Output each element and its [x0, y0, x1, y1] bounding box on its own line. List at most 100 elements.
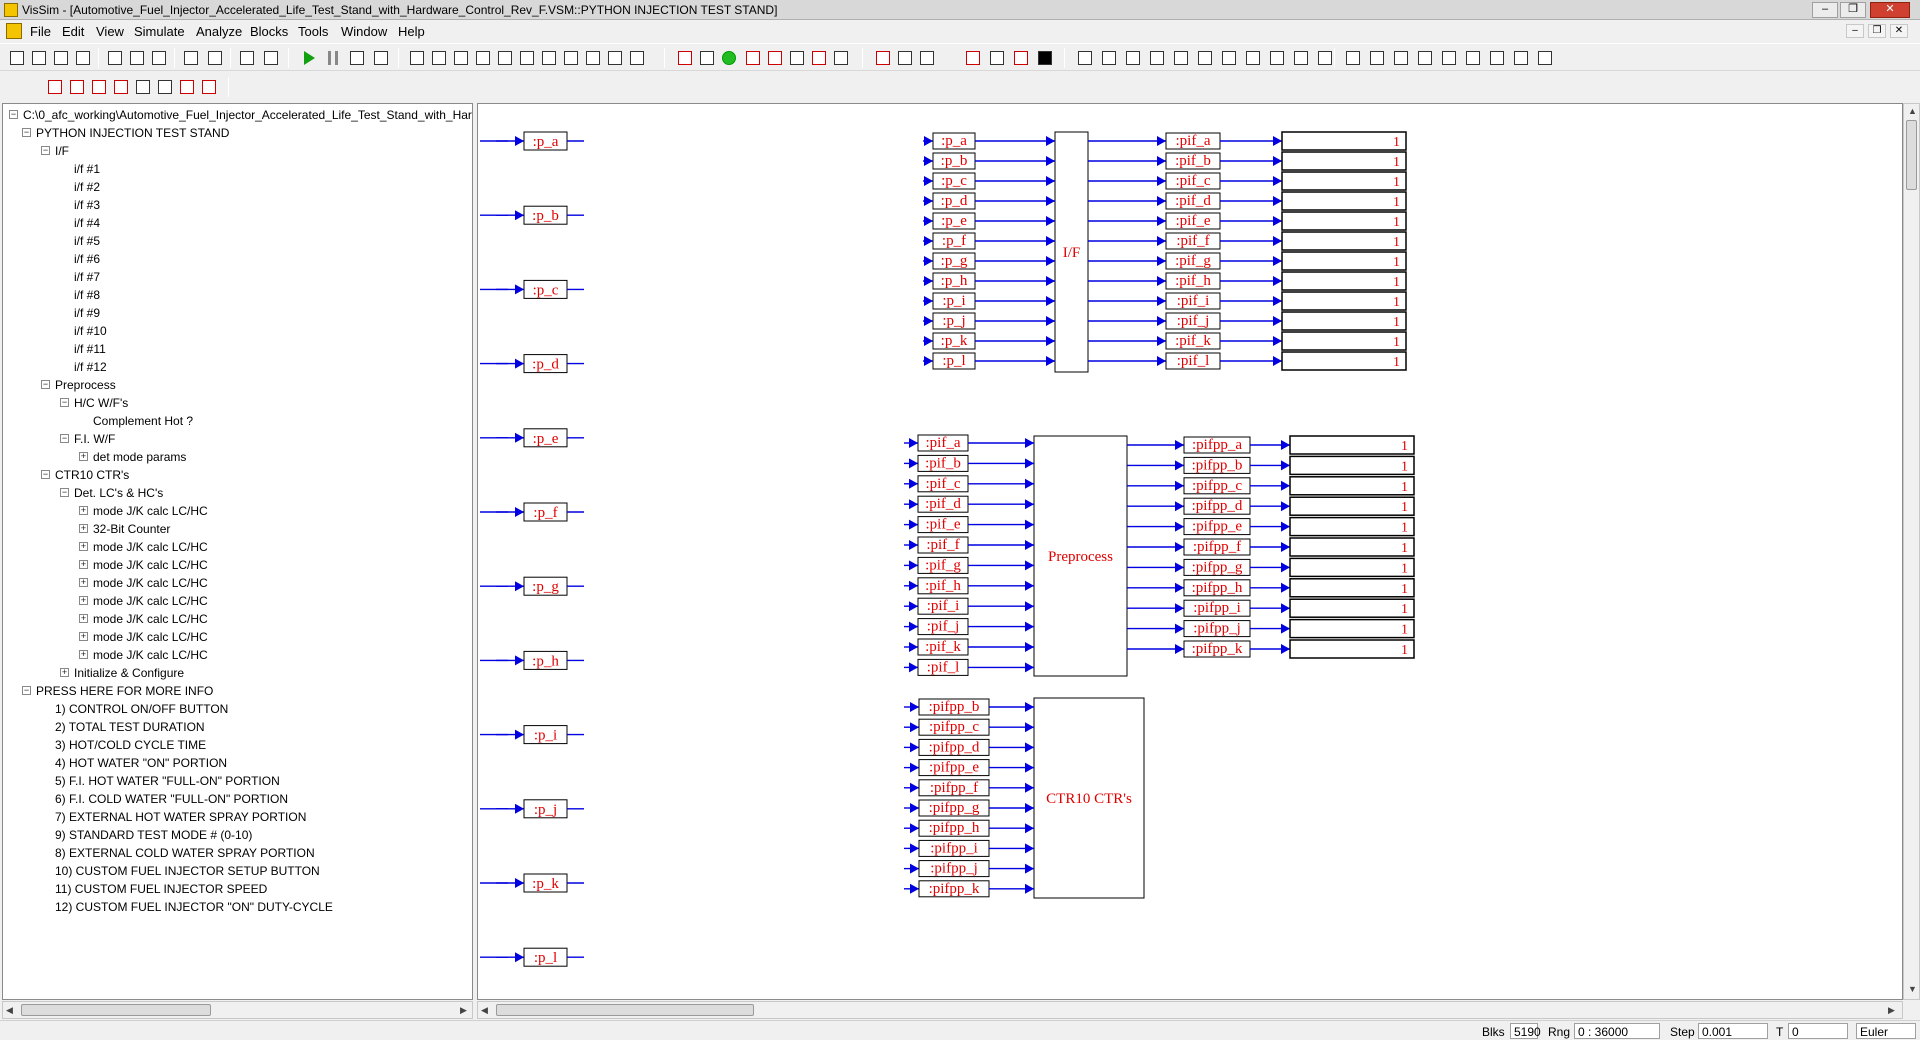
scroll-left-icon[interactable]: ◀ — [481, 1005, 488, 1016]
var-icon[interactable] — [68, 78, 86, 96]
expand-icon[interactable]: + — [79, 578, 88, 587]
restore-button[interactable]: ❐ — [1840, 2, 1866, 18]
go-down-icon[interactable] — [262, 49, 280, 67]
new-file-icon[interactable] — [8, 49, 26, 67]
expand-icon[interactable]: + — [79, 632, 88, 641]
tree-item[interactable]: det mode params — [93, 450, 186, 464]
collapse-icon[interactable]: − — [41, 146, 50, 155]
paste-icon[interactable] — [150, 49, 168, 67]
expand-icon[interactable]: + — [79, 614, 88, 623]
var-icon[interactable] — [156, 78, 174, 96]
tree-item[interactable]: Det. LC's & HC's — [74, 486, 163, 500]
block-tool-icon[interactable] — [964, 49, 982, 67]
expand-icon[interactable]: + — [79, 650, 88, 659]
scroll-left-icon[interactable]: ◀ — [6, 1005, 13, 1016]
tree-item[interactable]: i/f #6 — [74, 252, 100, 266]
var-icon[interactable] — [112, 78, 130, 96]
scroll-thumb[interactable] — [496, 1004, 754, 1016]
block-tool-icon[interactable] — [698, 49, 716, 67]
block-tool-icon[interactable] — [832, 49, 850, 67]
tree-item[interactable]: 9) STANDARD TEST MODE # (0-10) — [55, 828, 252, 842]
block-tool-icon[interactable] — [628, 49, 646, 67]
diagram-canvas[interactable]: :p_a:p_b:p_c:p_d:p_e:p_f:p_g:p_h:p_i:p_j… — [477, 103, 1903, 1000]
collapse-icon[interactable]: − — [22, 686, 31, 695]
tree-item[interactable]: i/f #9 — [74, 306, 100, 320]
display-block[interactable] — [1289, 557, 1415, 578]
mdi-close-button[interactable]: ✕ — [1890, 24, 1908, 38]
canvas-vertical-scrollbar[interactable]: ▲ ▼ — [1903, 103, 1920, 1000]
display-block[interactable] — [1281, 351, 1407, 371]
display-block[interactable] — [1289, 618, 1415, 639]
tree-item[interactable]: mode J/K calc LC/HC — [93, 594, 208, 608]
tree-item[interactable]: i/f #3 — [74, 198, 100, 212]
tree-item[interactable]: PRESS HERE FOR MORE INFO — [36, 684, 213, 698]
block-tool-icon[interactable] — [540, 49, 558, 67]
canvas-horizontal-scrollbar[interactable]: ◀ ▶ — [477, 1001, 1903, 1019]
scroll-down-icon[interactable]: ▼ — [1908, 984, 1917, 994]
tree-item[interactable]: Preprocess — [55, 378, 116, 392]
scroll-thumb[interactable] — [1906, 120, 1917, 190]
var-icon[interactable] — [90, 78, 108, 96]
collapse-icon[interactable]: − — [60, 398, 69, 407]
block-tool-icon[interactable] — [518, 49, 536, 67]
block-tool-icon[interactable] — [1512, 49, 1530, 67]
display-block[interactable] — [1289, 578, 1415, 598]
block-tool-icon[interactable] — [1012, 49, 1030, 67]
tree-item[interactable]: 8) EXTERNAL COLD WATER SPRAY PORTION — [55, 846, 315, 860]
var-icon[interactable] — [178, 78, 196, 96]
tree-item[interactable]: i/f #4 — [74, 216, 100, 230]
tree-item[interactable]: 32-Bit Counter — [93, 522, 170, 536]
display-block[interactable] — [1281, 131, 1407, 151]
tree-item[interactable]: F.I. W/F — [74, 432, 115, 446]
block-tool-icon[interactable] — [1292, 49, 1310, 67]
display-block[interactable] — [1289, 476, 1415, 496]
link-icon[interactable] — [348, 49, 366, 67]
menu-edit[interactable]: Edit — [62, 24, 84, 39]
block-tool-icon[interactable] — [1464, 49, 1482, 67]
collapse-icon[interactable]: − — [41, 380, 50, 389]
block-tool-icon[interactable] — [1416, 49, 1434, 67]
display-block[interactable] — [1289, 598, 1415, 618]
menu-tools[interactable]: Tools — [298, 24, 328, 39]
block-tool-icon[interactable] — [676, 49, 694, 67]
tree-item[interactable]: CTR10 CTR's — [55, 468, 129, 482]
menu-analyze[interactable]: Analyze — [196, 24, 242, 39]
tree-horizontal-scrollbar[interactable]: ◀ ▶ — [2, 1001, 473, 1019]
tree-item[interactable]: Complement Hot ? — [93, 414, 193, 428]
display-block[interactable] — [1289, 537, 1415, 557]
display-block[interactable] — [1281, 311, 1407, 331]
scroll-thumb[interactable] — [21, 1004, 211, 1016]
print-icon[interactable] — [74, 49, 92, 67]
block-tool-icon[interactable] — [1220, 49, 1238, 67]
block-tool-icon[interactable] — [918, 49, 936, 67]
display-block[interactable] — [1289, 435, 1415, 455]
block-tool-icon[interactable] — [1172, 49, 1190, 67]
block-tool-icon[interactable] — [1244, 49, 1262, 67]
block-tool-icon[interactable] — [606, 49, 624, 67]
block-tool-icon[interactable] — [1268, 49, 1286, 67]
block-tool-icon[interactable] — [810, 49, 828, 67]
menu-file[interactable]: File — [30, 24, 51, 39]
save-icon[interactable] — [52, 49, 70, 67]
display-block[interactable] — [1281, 171, 1407, 191]
tree-item[interactable]: 3) HOT/COLD CYCLE TIME — [55, 738, 206, 752]
display-block[interactable] — [1289, 516, 1415, 537]
display-block[interactable] — [1289, 496, 1415, 516]
menu-window[interactable]: Window — [341, 24, 387, 39]
tree-item[interactable]: PYTHON INJECTION TEST STAND — [36, 126, 229, 140]
tree-item[interactable]: mode J/K calc LC/HC — [93, 504, 208, 518]
block-tool-icon[interactable] — [1196, 49, 1214, 67]
tree-item[interactable]: Initialize & Configure — [74, 666, 184, 680]
open-icon[interactable] — [30, 49, 48, 67]
tree-item[interactable]: 5) F.I. HOT WATER "FULL-ON" PORTION — [55, 774, 280, 788]
tree-item[interactable]: H/C W/F's — [74, 396, 128, 410]
block-tool-icon[interactable] — [1368, 49, 1386, 67]
block-tool-icon[interactable] — [744, 49, 762, 67]
menu-blocks[interactable]: Blocks — [250, 24, 288, 39]
collapse-icon[interactable]: − — [9, 110, 18, 119]
block-tool-icon[interactable] — [562, 49, 580, 67]
step-out-icon[interactable] — [206, 49, 224, 67]
copy-icon[interactable] — [128, 49, 146, 67]
tree-item[interactable]: 12) CUSTOM FUEL INJECTOR "ON" DUTY-CYCLE — [55, 900, 333, 914]
block-tool-icon[interactable] — [1148, 49, 1166, 67]
